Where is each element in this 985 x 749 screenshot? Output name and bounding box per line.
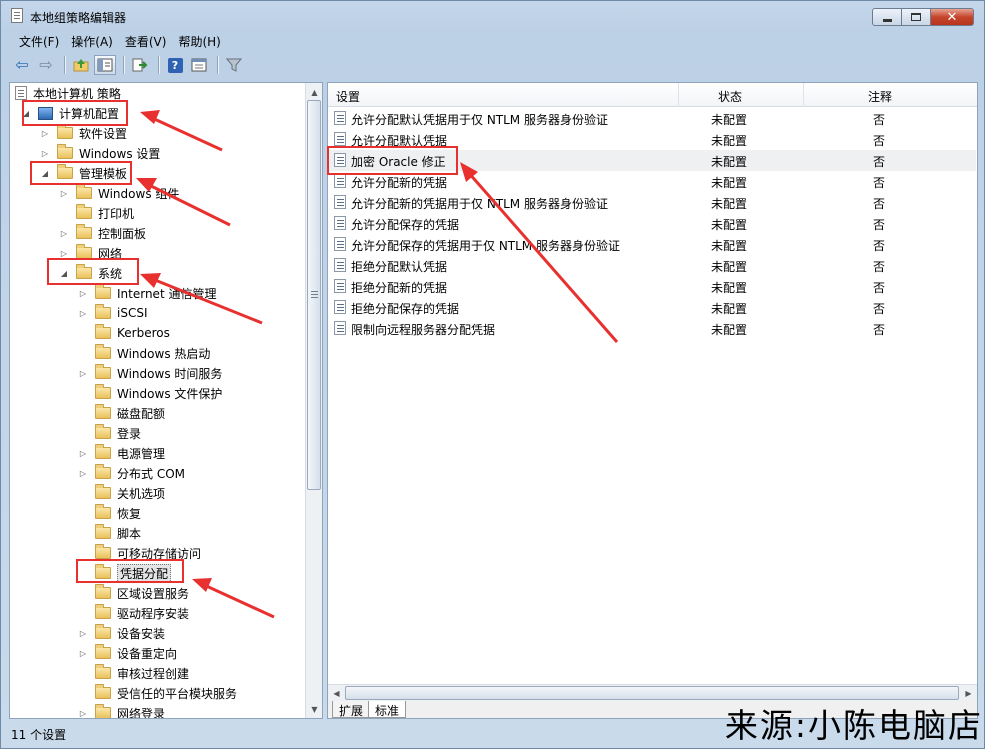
arrow-icon [140, 273, 263, 325]
arrow-icon [136, 178, 231, 227]
source-watermark: 来源:小陈电脑店 [724, 706, 983, 745]
arrow-icon [192, 578, 275, 619]
annotation-arrows [136, 110, 619, 619]
arrow-icon [460, 162, 619, 343]
arrow-icon [140, 110, 223, 152]
